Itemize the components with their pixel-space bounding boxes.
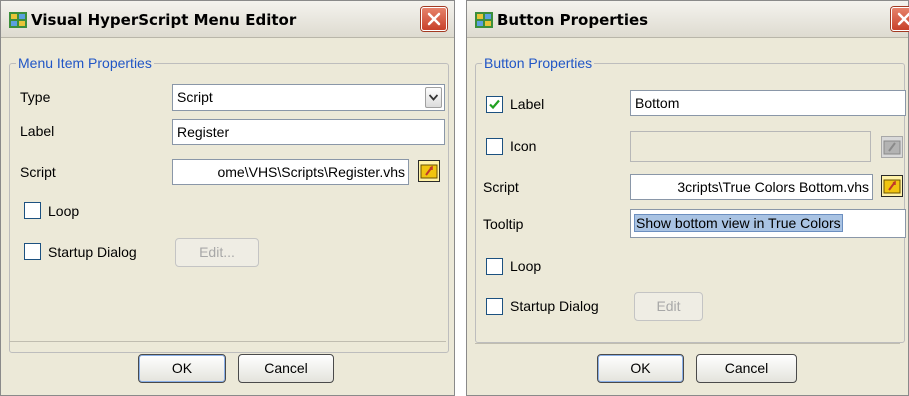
divider xyxy=(9,341,446,342)
loop-checkbox[interactable] xyxy=(24,202,41,219)
script-label: Script xyxy=(483,179,519,195)
edit-button[interactable]: Edit xyxy=(634,292,703,321)
checkmark-icon xyxy=(489,99,500,110)
tooltip-value: Show bottom view in True Colors xyxy=(634,214,843,232)
window-title: Button Properties xyxy=(497,11,649,29)
edit-button[interactable]: Edit... xyxy=(175,238,259,267)
script-field[interactable]: 3cripts\True Colors Bottom.vhs xyxy=(630,174,873,200)
tooltip-label: Tooltip xyxy=(483,216,524,232)
ok-button[interactable]: OK xyxy=(138,354,226,383)
app-icon xyxy=(475,12,493,28)
startup-dialog-checkbox[interactable] xyxy=(24,243,41,260)
type-select[interactable]: Script xyxy=(172,84,445,111)
loop-checkbox[interactable] xyxy=(486,258,503,275)
label-field[interactable]: Bottom xyxy=(630,90,906,116)
loop-label: Loop xyxy=(510,258,542,274)
cancel-button[interactable]: Cancel xyxy=(696,354,797,383)
window-title: Visual HyperScript Menu Editor xyxy=(31,11,297,29)
cancel-button[interactable]: Cancel xyxy=(238,354,334,383)
close-button[interactable] xyxy=(891,7,909,31)
type-value: Script xyxy=(177,89,213,105)
label-checkbox[interactable] xyxy=(486,96,503,113)
folder-browse-icon xyxy=(883,179,901,194)
icon-label: Icon xyxy=(510,138,537,154)
close-button[interactable] xyxy=(421,7,447,31)
browse-icon-button[interactable] xyxy=(881,136,903,158)
title-bar[interactable]: Button Properties xyxy=(467,1,909,38)
ok-button[interactable]: OK xyxy=(597,354,684,383)
script-field[interactable]: ome\VHS\Scripts\Register.vhs xyxy=(172,159,409,185)
dropdown-button[interactable] xyxy=(425,87,442,108)
startup-dialog-checkbox[interactable] xyxy=(486,298,503,315)
icon-field[interactable] xyxy=(630,131,871,162)
folder-browse-icon xyxy=(420,164,438,179)
menu-editor-window: Visual HyperScript Menu Editor Menu Item… xyxy=(0,0,455,396)
chevron-down-icon xyxy=(429,94,438,101)
label-value: Register xyxy=(177,124,230,140)
label-label: Label xyxy=(510,96,545,112)
browse-script-button[interactable] xyxy=(881,175,903,197)
text-caret xyxy=(841,216,843,233)
app-icon xyxy=(9,12,27,28)
script-value: 3cripts\True Colors Bottom.vhs xyxy=(677,179,869,195)
startup-dialog-label: Startup Dialog xyxy=(510,298,599,314)
tooltip-field[interactable]: Show bottom view in True Colors xyxy=(630,209,906,238)
group-title: Menu Item Properties xyxy=(16,54,154,72)
divider xyxy=(475,343,900,344)
label-value: Bottom xyxy=(635,95,680,111)
loop-label: Loop xyxy=(48,203,80,219)
script-label: Script xyxy=(20,164,56,180)
button-properties-window: Button Properties Button Properties Labe… xyxy=(466,0,909,396)
browse-script-button[interactable] xyxy=(418,160,440,182)
folder-browse-icon xyxy=(883,140,901,155)
script-value: ome\VHS\Scripts\Register.vhs xyxy=(217,164,405,180)
icon-checkbox[interactable] xyxy=(486,138,503,155)
group-title: Button Properties xyxy=(482,54,595,72)
title-bar[interactable]: Visual HyperScript Menu Editor xyxy=(1,1,454,38)
close-icon xyxy=(897,12,909,26)
close-icon xyxy=(427,12,441,26)
startup-dialog-label: Startup Dialog xyxy=(48,244,137,260)
type-label: Type xyxy=(20,89,51,105)
label-label: Label xyxy=(20,123,55,139)
label-field[interactable]: Register xyxy=(172,119,445,145)
